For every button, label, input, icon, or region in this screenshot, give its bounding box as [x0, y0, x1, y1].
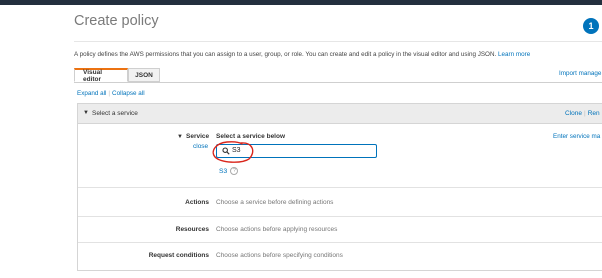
service-result-label[interactable]: S3	[219, 168, 227, 175]
close-link[interactable]: close	[193, 143, 208, 150]
row-divider	[78, 187, 602, 188]
resources-label: Resources	[175, 226, 209, 233]
intro-text: A policy defines the AWS permissions tha…	[74, 51, 530, 58]
resources-description: Choose actions before applying resources	[216, 226, 338, 233]
enter-service-manually-link[interactable]: Enter service ma	[553, 133, 600, 140]
collapse-all-link[interactable]: Collapse all	[112, 90, 145, 97]
learn-more-link[interactable]: Learn more	[498, 51, 530, 58]
row-divider	[78, 242, 602, 243]
panel-actions: Clone | Ren	[565, 110, 600, 117]
service-panel: ▼ Select a service Clone | Ren ▼ Service c…	[77, 103, 602, 271]
tab-json[interactable]: JSON	[128, 68, 160, 82]
tab-bar-divider	[74, 82, 602, 83]
top-nav-bar	[0, 0, 602, 5]
actions-description: Choose a service before defining actions	[216, 199, 334, 206]
expand-all-link[interactable]: Expand all	[77, 90, 106, 97]
panel-title: Select a service	[92, 110, 138, 117]
request-conditions-description: Choose actions before specifying conditi…	[216, 252, 343, 259]
red-circle-annotation	[212, 141, 254, 163]
row-divider	[78, 216, 602, 217]
title-divider	[74, 41, 602, 42]
import-managed-policy-link[interactable]: Import manage	[559, 70, 601, 77]
expand-collapse-controls: Expand all | Collapse all	[77, 90, 145, 97]
actions-label: Actions	[185, 199, 209, 206]
request-conditions-label: Request conditions	[148, 252, 209, 259]
service-result-s3[interactable]: S3?	[219, 167, 239, 175]
caret-down-icon[interactable]: ▼	[177, 134, 183, 140]
clone-link[interactable]: Clone	[565, 110, 582, 117]
page-title: Create policy	[74, 13, 159, 29]
service-label: Service	[186, 133, 210, 140]
tab-visual-editor[interactable]: Visual editor	[74, 68, 128, 83]
intro-description: A policy defines the AWS permissions tha…	[74, 51, 497, 58]
remove-link[interactable]: Ren	[588, 110, 600, 117]
caret-down-icon[interactable]: ▼	[83, 110, 89, 116]
step-badge: 1	[583, 18, 599, 34]
panel-header[interactable]: ▼ Select a service Clone | Ren	[78, 104, 602, 124]
info-icon[interactable]: ?	[230, 167, 239, 175]
